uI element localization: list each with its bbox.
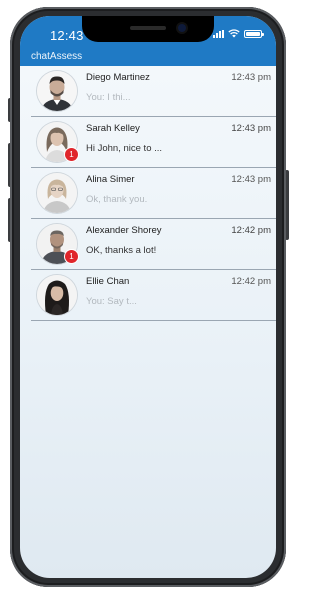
- phone-screen: 12:43 chatAssess Diego Martinez 12:43 pm…: [20, 16, 276, 578]
- wifi-icon: [228, 29, 240, 38]
- avatar: [37, 275, 77, 315]
- message-preview: OK, thanks a lot!: [86, 245, 157, 256]
- avatar: [37, 71, 77, 111]
- status-time: 12:43: [50, 28, 84, 43]
- contact-name: Sarah Kelley: [86, 123, 140, 134]
- message-preview: Hi John, nice to ...: [86, 143, 163, 154]
- chat-row[interactable]: Ellie Chan 12:42 pm You: Say t...: [31, 270, 276, 321]
- unread-badge: 1: [65, 250, 78, 263]
- message-time: 12:43 pm: [231, 72, 271, 83]
- avatar: [37, 173, 77, 213]
- message-time: 12:42 pm: [231, 276, 271, 287]
- message-preview: You: Say t...: [86, 296, 137, 307]
- battery-icon: [244, 29, 264, 38]
- chat-row[interactable]: 1 Alexander Shorey 12:42 pm OK, thanks a…: [31, 219, 276, 270]
- contact-name: Alina Simer: [86, 174, 135, 185]
- chat-row[interactable]: Diego Martinez 12:43 pm You: I thi...: [31, 66, 276, 117]
- message-preview: Ok, thank you.: [86, 194, 148, 205]
- notch: [82, 16, 214, 42]
- speaker: [130, 26, 166, 30]
- contact-name: Alexander Shorey: [86, 225, 162, 236]
- message-time: 12:42 pm: [231, 225, 271, 236]
- camera-icon: [178, 24, 186, 32]
- chat-row[interactable]: Alina Simer 12:43 pm Ok, thank you.: [31, 168, 276, 219]
- message-time: 12:43 pm: [231, 174, 271, 185]
- contact-name: Diego Martinez: [86, 72, 150, 83]
- unread-badge: 1: [65, 148, 78, 161]
- contact-name: Ellie Chan: [86, 276, 130, 287]
- chat-row[interactable]: 1 Sarah Kelley 12:43 pm Hi John, nice to…: [31, 117, 276, 168]
- message-time: 12:43 pm: [231, 123, 271, 134]
- app-title: chatAssess: [31, 51, 83, 62]
- message-preview: You: I thi...: [86, 92, 131, 103]
- app-header: 12:43 chatAssess: [20, 16, 276, 66]
- signal-icon: [213, 29, 224, 38]
- chat-list: Diego Martinez 12:43 pm You: I thi... 1 …: [20, 66, 276, 321]
- status-icons: [213, 29, 264, 38]
